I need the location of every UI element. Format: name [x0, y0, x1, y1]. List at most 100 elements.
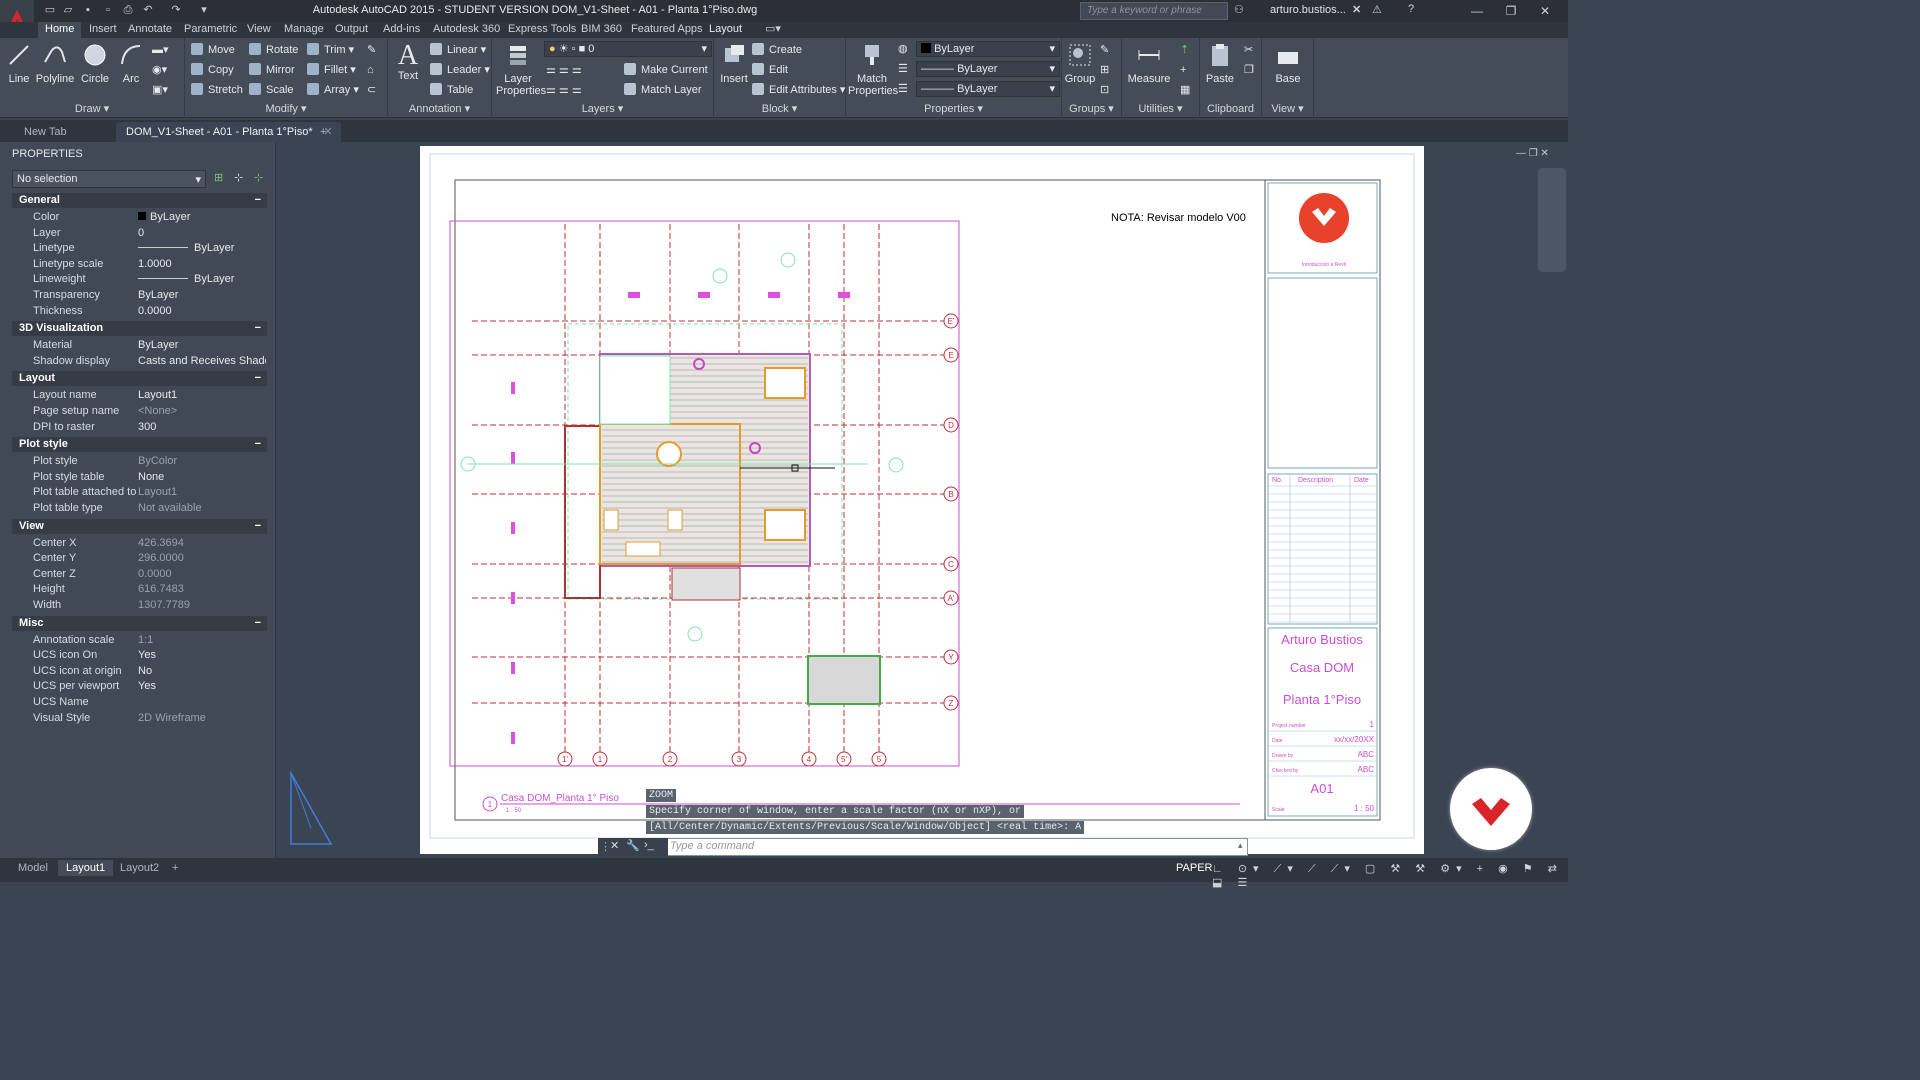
match-layer-button[interactable]: Match Layer: [624, 82, 702, 98]
clipboard-panel-label[interactable]: Clipboard: [1200, 103, 1261, 115]
section-header[interactable]: Layout −: [12, 371, 267, 387]
mirror-button[interactable]: Mirror: [249, 62, 295, 78]
property-row[interactable]: Layer 0: [12, 226, 267, 241]
linetype-dropdown[interactable]: ——— ByLayer ▾: [916, 61, 1060, 77]
tab-model[interactable]: Model: [10, 860, 56, 876]
layer-dropdown[interactable]: ● ☀ ▫ ■ 0 ▾: [544, 41, 712, 57]
collapse-icon[interactable]: −: [255, 437, 261, 452]
measure-button[interactable]: Measure: [1124, 42, 1174, 85]
tab-express-tools[interactable]: Express Tools: [501, 22, 583, 38]
base-button[interactable]: Base: [1270, 42, 1306, 85]
ribbon-toggle-icon[interactable]: ▭▾: [758, 22, 788, 38]
user-name[interactable]: arturo.bustios...: [1270, 4, 1346, 16]
explode-icon[interactable]: ⌂: [367, 62, 374, 78]
search-input[interactable]: Type a keyword or phrase: [1080, 2, 1228, 20]
copy-button[interactable]: Copy: [191, 62, 234, 78]
view-panel-label[interactable]: View ▾: [1262, 102, 1313, 115]
property-row[interactable]: Plot table attached to Layout1: [12, 485, 267, 500]
binoculars-icon[interactable]: ⚇: [1234, 3, 1244, 16]
edit-attributes-button[interactable]: Edit Attributes ▾: [752, 82, 845, 98]
move-button[interactable]: Move: [191, 42, 235, 58]
customize-icon[interactable]: 🔧: [626, 839, 640, 852]
property-row[interactable]: Material ByLayer: [12, 338, 267, 353]
property-row[interactable]: UCS per viewport Yes: [12, 679, 267, 694]
property-row[interactable]: Layout name Layout1: [12, 388, 267, 403]
exchange-icon[interactable]: ✕: [1352, 3, 1361, 16]
paste-button[interactable]: Paste: [1202, 42, 1238, 85]
tab-output[interactable]: Output: [328, 22, 375, 38]
leader-button[interactable]: Leader ▾: [430, 62, 490, 78]
paper-space-toggle[interactable]: PAPER: [1176, 862, 1212, 874]
section-header[interactable]: General −: [12, 193, 267, 208]
layers-panel-label[interactable]: Layers ▾: [492, 102, 713, 115]
ungroup-icon[interactable]: ✎: [1100, 42, 1109, 58]
qat-dropdown-icon[interactable]: ▾: [196, 3, 212, 18]
edit-block-button[interactable]: Edit: [752, 62, 788, 78]
property-row[interactable]: Width 1307.7789: [12, 598, 267, 613]
property-row[interactable]: Thickness 0.0000: [12, 304, 267, 319]
lineweight-dropdown[interactable]: ——— ByLayer ▾: [916, 81, 1060, 97]
scale-button[interactable]: Scale: [249, 82, 294, 98]
match-properties-button[interactable]: Match Properties: [848, 42, 898, 97]
tab-parametric[interactable]: Parametric: [177, 22, 244, 38]
property-row[interactable]: Height 616.7483: [12, 582, 267, 597]
utilities-panel-label[interactable]: Utilities ▾: [1122, 102, 1199, 115]
property-row[interactable]: Lineweight ByLayer: [12, 272, 267, 287]
stretch-button[interactable]: Stretch: [191, 82, 243, 98]
close-icon[interactable]: ✕: [1530, 2, 1560, 20]
polyline-button[interactable]: Polyline: [34, 42, 76, 85]
add-layout-icon[interactable]: +: [164, 860, 186, 876]
insert-button[interactable]: Insert: [718, 42, 750, 85]
property-row[interactable]: Transparency ByLayer: [12, 288, 267, 303]
point-icon[interactable]: +: [1180, 62, 1186, 78]
property-row[interactable]: Plot style table None: [12, 470, 267, 485]
property-row[interactable]: Plot table type Not available: [12, 501, 267, 516]
tab-add-ins[interactable]: Add-ins: [376, 22, 427, 38]
property-row[interactable]: Visual Style 2D Wireframe: [12, 711, 267, 726]
quick-select-palette-icon[interactable]: ⊹: [254, 171, 263, 184]
toggle-pickadd-icon[interactable]: ⊞: [214, 171, 223, 184]
tab-current-drawing[interactable]: DOM_V1-Sheet - A01 - Planta 1°Piso* ✕: [116, 122, 341, 142]
section-header[interactable]: View −: [12, 518, 267, 534]
offset-icon[interactable]: ⊂: [367, 82, 376, 98]
tab-layout2[interactable]: Layout2: [112, 860, 167, 876]
erase-icon[interactable]: ✎: [367, 42, 376, 58]
copy-clip-icon[interactable]: ❐: [1244, 62, 1254, 78]
property-row[interactable]: Color ByLayer: [12, 210, 267, 225]
calculator-icon[interactable]: ▦: [1180, 82, 1190, 98]
property-row[interactable]: UCS Name: [12, 695, 267, 710]
save-icon[interactable]: ▪: [80, 3, 96, 18]
section-header[interactable]: Plot style −: [12, 437, 267, 453]
command-input[interactable]: Type a command: [670, 840, 754, 852]
tab-manage[interactable]: Manage: [277, 22, 331, 38]
status-toggles[interactable]: ∟ ⊙▾ ⟋▾ ⟋ ⟋▾ ▢ ⚒ ⚒ ⚙▾ + ◉ ⚑ ⇄ ⬓ ☰: [1212, 862, 1568, 889]
property-row[interactable]: Linetype scale 1.0000: [12, 257, 267, 272]
layer-properties-button[interactable]: Layer Properties: [496, 42, 546, 97]
groups-panel-label[interactable]: Groups ▾: [1062, 102, 1121, 115]
trim-button[interactable]: Trim ▾: [307, 42, 354, 58]
property-row[interactable]: DPI to raster 300: [12, 420, 267, 435]
minimize-icon[interactable]: —: [1462, 2, 1492, 20]
hatch-icon[interactable]: ◉▾: [152, 62, 167, 78]
tab-layout[interactable]: Layout: [702, 22, 749, 38]
rectangle-icon[interactable]: ▬▾: [152, 42, 169, 58]
collapse-icon[interactable]: −: [255, 519, 261, 534]
group-button[interactable]: Group: [1064, 42, 1096, 85]
modify-panel-label[interactable]: Modify ▾: [185, 102, 387, 115]
selection-dropdown[interactable]: No selection ▾: [12, 170, 206, 188]
undo-icon[interactable]: ↶: [140, 3, 156, 18]
property-row[interactable]: Center X 426.3694: [12, 536, 267, 551]
block-panel-label[interactable]: Block ▾: [714, 102, 845, 115]
help-icon[interactable]: ?: [1408, 3, 1414, 15]
command-expand-icon[interactable]: ▴: [1238, 840, 1243, 851]
select-objects-icon[interactable]: ⊹: [234, 171, 243, 184]
collapse-icon[interactable]: −: [255, 193, 261, 208]
linear-button[interactable]: Linear ▾: [430, 42, 486, 58]
tab-autodesk-360[interactable]: Autodesk 360: [426, 22, 507, 38]
section-header[interactable]: Misc −: [12, 615, 267, 631]
new-tab-plus-icon[interactable]: +: [314, 122, 332, 142]
boundary-icon[interactable]: ▣▾: [152, 82, 168, 98]
tab-bim-360[interactable]: BIM 360: [574, 22, 629, 38]
draw-panel-label[interactable]: Draw ▾: [0, 102, 184, 115]
collapse-icon[interactable]: −: [255, 371, 261, 386]
